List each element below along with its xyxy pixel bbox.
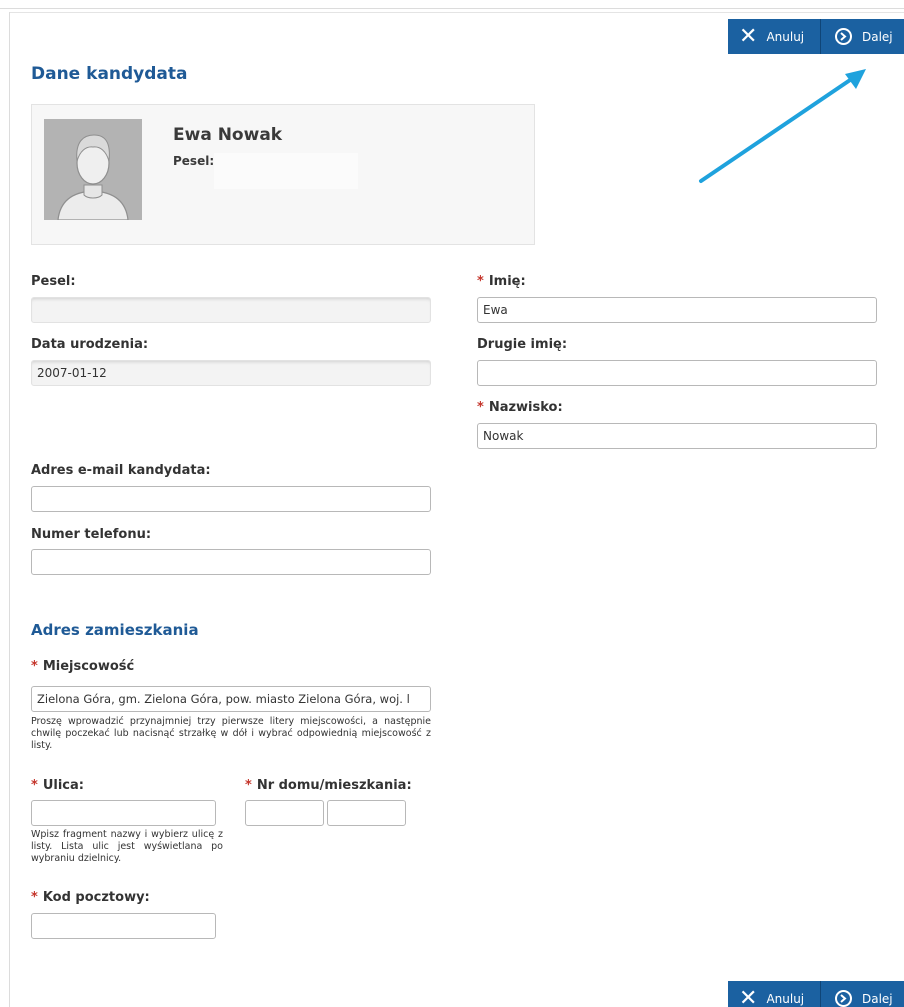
- required-marker: *: [477, 274, 484, 289]
- required-marker: *: [31, 890, 38, 905]
- phone-field[interactable]: [31, 549, 431, 575]
- pesel-field: [31, 297, 431, 323]
- cancel-button-bottom[interactable]: ✕ Anuluj: [728, 981, 820, 1007]
- birth-date-field: 2007-01-12: [31, 360, 431, 386]
- flat-number-field[interactable]: [327, 800, 406, 826]
- top-action-bar: ✕ Anuluj Dalej: [728, 19, 904, 54]
- house-number-label: * Nr domu/mieszkania:: [245, 778, 412, 793]
- last-name-label: * Nazwisko:: [477, 400, 563, 415]
- pesel-label: Pesel:: [31, 274, 76, 289]
- second-name-field[interactable]: [477, 360, 877, 386]
- profile-card: Ewa Nowak Pesel:: [31, 104, 535, 245]
- next-button-bottom[interactable]: Dalej: [820, 981, 904, 1007]
- profile-pesel-label: Pesel:: [173, 154, 215, 168]
- first-name-label: * Imię:: [477, 274, 526, 289]
- birth-date-label: Data urodzenia:: [31, 337, 149, 352]
- user-silhouette-icon: [44, 119, 142, 220]
- top-divider: [0, 8, 904, 9]
- street-hint: Wpisz fragment nazwy i wybierz ulicę z l…: [31, 829, 223, 864]
- postal-code-label: * Kod pocztowy:: [31, 890, 150, 905]
- next-arrow-icon: [835, 990, 852, 1007]
- postal-code-field[interactable]: [31, 913, 216, 939]
- candidate-form-page: ✕ Anuluj Dalej Dane kandydata Ewa Nowak …: [0, 0, 904, 1007]
- required-marker: *: [245, 778, 252, 793]
- second-name-label: Drugie imię:: [477, 337, 568, 352]
- city-field[interactable]: Zielona Góra, gm. Zielona Góra, pow. mia…: [31, 686, 431, 712]
- next-arrow-icon: [835, 28, 852, 45]
- street-field[interactable]: [31, 800, 216, 826]
- city-label: * Miejscowość: [31, 659, 135, 674]
- next-button-top[interactable]: Dalej: [820, 19, 904, 54]
- street-label: * Ulica:: [31, 778, 84, 793]
- required-marker: *: [31, 659, 38, 674]
- last-name-field[interactable]: Nowak: [477, 423, 877, 449]
- required-marker: *: [31, 778, 38, 793]
- cancel-label: Anuluj: [766, 991, 805, 1006]
- email-label: Adres e-mail kandydata:: [31, 463, 211, 478]
- phone-label: Numer telefonu:: [31, 527, 152, 542]
- required-marker: *: [477, 400, 484, 415]
- avatar: [44, 119, 142, 220]
- card-top-border: [9, 12, 904, 13]
- house-number-field[interactable]: [245, 800, 324, 826]
- bottom-action-bar: ✕ Anuluj Dalej: [728, 981, 904, 1007]
- cancel-button-top[interactable]: ✕ Anuluj: [728, 19, 820, 54]
- close-icon: ✕: [739, 23, 758, 49]
- candidate-section-title: Dane kandydata: [31, 64, 188, 84]
- next-label: Dalej: [862, 29, 893, 44]
- first-name-field[interactable]: Ewa: [477, 297, 877, 323]
- email-field[interactable]: [31, 486, 431, 512]
- candidate-name: Ewa Nowak: [173, 125, 283, 145]
- card-left-border: [9, 12, 10, 1007]
- next-label: Dalej: [862, 991, 893, 1006]
- close-icon: ✕: [739, 985, 758, 1007]
- address-section-title: Adres zamieszkania: [31, 621, 199, 639]
- city-hint: Proszę wprowadzić przynajmniej trzy pier…: [31, 716, 431, 751]
- profile-pesel-value: [214, 153, 358, 189]
- cancel-label: Anuluj: [766, 29, 805, 44]
